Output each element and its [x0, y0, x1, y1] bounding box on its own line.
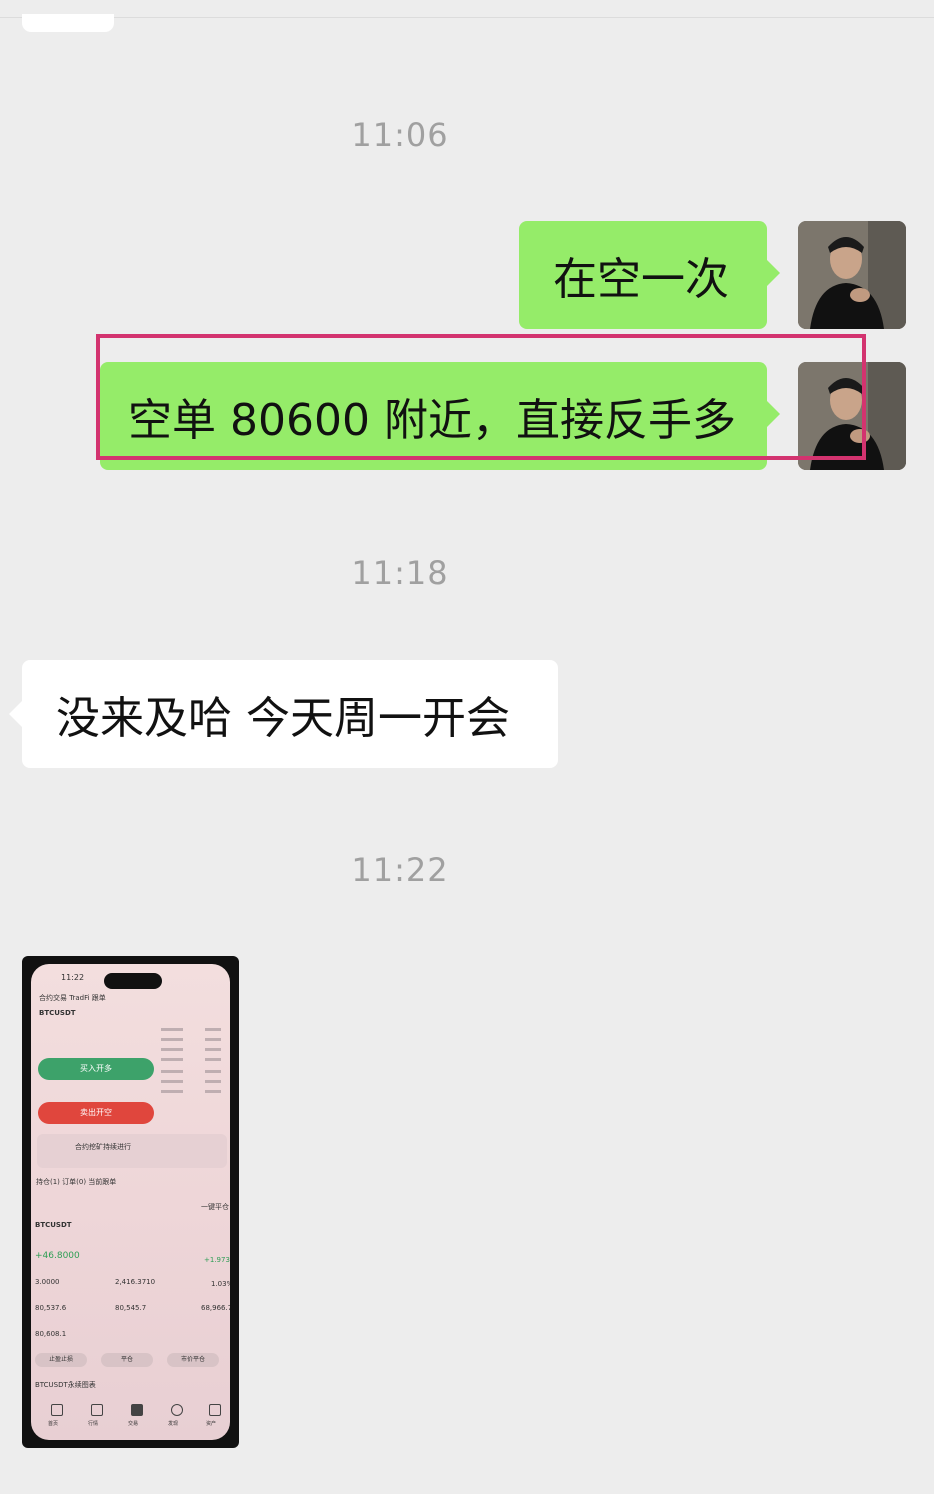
- message-text: 没来及哈 今天周一开会: [56, 693, 510, 744]
- image-message[interactable]: 11:22 合约交易 TradFi 跟单 BTCUSDT 买入开多 卖出开空 合…: [22, 956, 239, 1448]
- outgoing-message-bubble[interactable]: 在空一次: [519, 221, 780, 329]
- incoming-message-bubble[interactable]: 没来及哈 今天周一开会: [9, 660, 558, 768]
- position-symbol: BTCUSDT: [35, 1221, 72, 1229]
- highlight-frame: [96, 334, 866, 460]
- buy-long-button[interactable]: 买入开多: [38, 1058, 154, 1080]
- assets-icon[interactable]: [209, 1404, 221, 1416]
- status-time: 11:22: [61, 973, 85, 982]
- nav-label-home: 首页: [48, 1421, 59, 1427]
- previous-message-bubble[interactable]: [22, 14, 114, 32]
- liquidation-price: 68,966.7: [201, 1304, 230, 1312]
- market-icon[interactable]: [91, 1404, 103, 1416]
- trade-icon[interactable]: [131, 1404, 143, 1416]
- discover-icon[interactable]: [171, 1404, 183, 1416]
- margin-value: 2,416.3710: [115, 1278, 156, 1286]
- breakeven-price: 80,608.1: [35, 1330, 67, 1338]
- trade-tabs: 合约交易 TradFi 跟单: [39, 994, 106, 1002]
- timestamp: 11:06: [351, 116, 449, 154]
- timestamp: 11:18: [351, 554, 449, 592]
- position-size: 3.0000: [35, 1278, 60, 1286]
- avatar[interactable]: [798, 221, 906, 329]
- buy-long-label: 买入开多: [80, 1064, 112, 1073]
- nav-label-market: 行情: [88, 1421, 99, 1427]
- home-icon[interactable]: [51, 1404, 63, 1416]
- position-tabs: 持仓(1) 订单(0) 当前跟单: [36, 1178, 117, 1186]
- symbol-label: BTCUSDT: [39, 1009, 76, 1017]
- avatar-photo-icon: [798, 221, 906, 329]
- pnl-percent: +1.973%: [204, 1256, 230, 1264]
- nav-label-trade: 交易: [128, 1421, 139, 1427]
- top-divider: [0, 17, 934, 18]
- mark-price: 80,545.7: [115, 1304, 147, 1312]
- phone-screenshot: 11:22 合约交易 TradFi 跟单 BTCUSDT 买入开多 卖出开空 合…: [31, 964, 230, 1440]
- nav-label-discover: 发现: [168, 1421, 179, 1427]
- chart-label: BTCUSDT永续图表: [35, 1381, 96, 1389]
- promo-text: 合约挖矿持续进行: [75, 1143, 131, 1151]
- pnl-value: +46.8000: [35, 1251, 80, 1261]
- close-all-button[interactable]: 一键平仓: [201, 1202, 229, 1212]
- promo-banner[interactable]: 合约挖矿持续进行: [37, 1134, 227, 1168]
- timestamp: 11:22: [351, 851, 449, 889]
- close-position-button[interactable]: 平仓: [101, 1353, 153, 1367]
- market-close-button[interactable]: 市价平仓: [167, 1353, 219, 1367]
- open-price: 80,537.6: [35, 1304, 67, 1312]
- nav-label-assets: 资产: [206, 1421, 217, 1427]
- orderbook-icon: [161, 1028, 221, 1093]
- sell-short-label: 卖出开空: [80, 1108, 112, 1117]
- phone-notch: [104, 973, 162, 989]
- margin-ratio: 1.03%: [211, 1280, 230, 1288]
- tp-sl-button[interactable]: 止盈止损: [35, 1353, 87, 1367]
- message-text: 在空一次: [553, 254, 729, 305]
- sell-short-button[interactable]: 卖出开空: [38, 1102, 154, 1124]
